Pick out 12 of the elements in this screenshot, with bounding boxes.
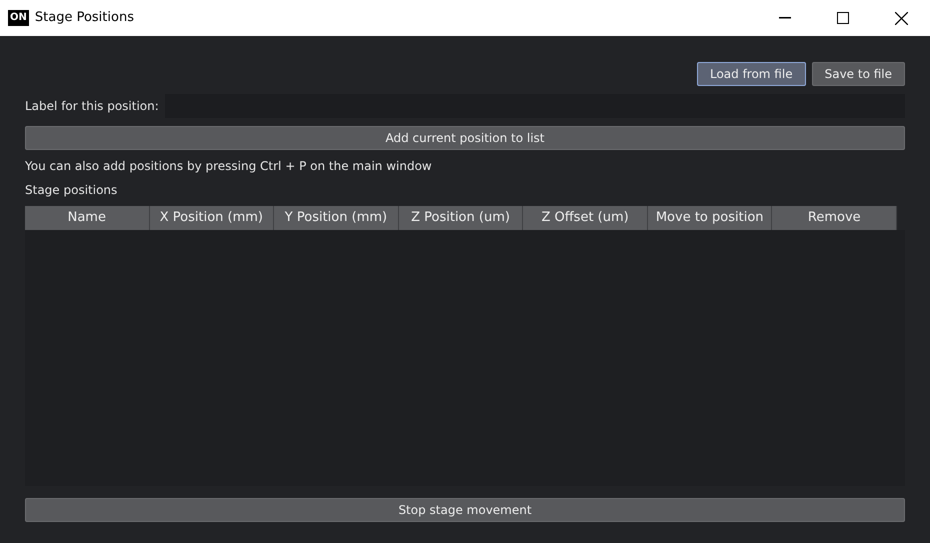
- stop-button[interactable]: Stop stage movement: [25, 498, 905, 522]
- hint-text: You can also add positions by pressing Ctrl + P on the main window: [25, 159, 432, 173]
- window-title: Stage Positions: [34, 9, 134, 28]
- close-icon[interactable]: [894, 12, 908, 24]
- minimize-icon[interactable]: [779, 17, 791, 19]
- file-button[interactable]: Load from file: [696, 62, 806, 86]
- app-logo: ON: [8, 10, 29, 26]
- file-button[interactable]: Save to file: [812, 62, 905, 86]
- maximize-icon[interactable]: [837, 12, 849, 24]
- section-title: Stage positions: [25, 183, 118, 197]
- add-position-button[interactable]: Add current position to list: [25, 126, 905, 150]
- field-label: Label for this position:: [25, 98, 159, 114]
